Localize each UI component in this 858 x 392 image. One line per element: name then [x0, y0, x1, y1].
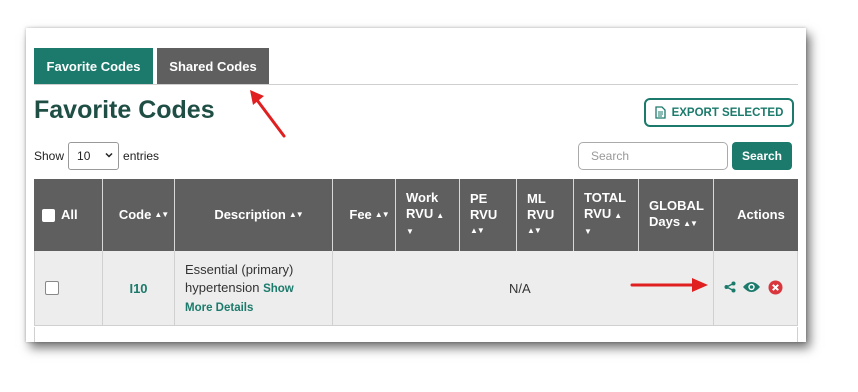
header-select-all[interactable]: All	[34, 179, 103, 251]
header-ml-rvu[interactable]: ML RVU ▲▼	[517, 179, 574, 251]
search-input[interactable]: Search	[578, 142, 728, 170]
sort-up-icon: ▲	[436, 211, 444, 220]
header-fee-label: Fee	[349, 207, 372, 222]
select-all-checkbox[interactable]	[42, 208, 55, 222]
view-eye-icon[interactable]	[742, 280, 761, 294]
table-row-actions-cell	[714, 251, 798, 326]
header-rvu-label: RVU	[584, 206, 612, 221]
sort-arrows-icon: ▲▼	[374, 210, 390, 219]
header-total-rvu[interactable]: TOTAL RVU ▲ ▼	[574, 179, 639, 251]
tab-favorite-codes[interactable]: Favorite Codes	[34, 48, 153, 84]
sort-down-icon: ▼	[406, 227, 414, 236]
table-row-code-cell: I10	[103, 251, 175, 326]
export-document-icon	[654, 106, 666, 119]
sort-arrows-icon: ▲▼	[154, 210, 169, 219]
sort-up-icon: ▲	[614, 211, 622, 220]
tab-divider	[34, 84, 798, 85]
header-description[interactable]: Description ▲▼	[175, 179, 333, 251]
show-label[interactable]: Show	[263, 283, 294, 295]
annotation-arrow	[250, 90, 286, 138]
entries-value: 10	[77, 149, 91, 163]
header-code-label: Code	[118, 207, 152, 222]
select-all-label: All	[61, 207, 78, 222]
header-actions-label: Actions	[737, 207, 785, 222]
sort-arrows-icon: ▲▼	[288, 210, 304, 219]
row-code-link[interactable]: I10	[129, 281, 147, 296]
entries-label: entries	[123, 149, 160, 163]
export-selected-button[interactable]: EXPORT SELECTED	[644, 98, 794, 127]
page-title: Favorite Codes	[34, 96, 215, 124]
header-work-label: Work	[406, 190, 439, 205]
page-length-control: Show 10 entries	[34, 142, 159, 170]
delete-circle-x-icon[interactable]	[768, 280, 783, 295]
header-rvu-label: RVU	[470, 207, 498, 222]
header-global-label: GLOBAL	[649, 198, 704, 213]
more-details-label[interactable]: More Details	[185, 302, 253, 314]
export-selected-label: EXPORT SELECTED	[671, 106, 784, 119]
table-empty-row	[34, 327, 798, 342]
row-rvu-na: N/A	[509, 281, 531, 296]
row-description: Essential (primary) hypertension Show Mo…	[175, 251, 332, 317]
header-pe-label: PE	[470, 191, 488, 206]
header-days-label: Days	[649, 214, 681, 229]
header-actions: Actions	[714, 179, 798, 251]
header-description-label: Description	[214, 207, 286, 222]
header-rvu-label: RVU	[406, 206, 434, 221]
tab-shared-codes[interactable]: Shared Codes	[157, 48, 269, 84]
header-work-rvu[interactable]: Work RVU ▲ ▼	[396, 179, 460, 251]
header-code[interactable]: Code ▲▼	[103, 179, 175, 251]
share-icon[interactable]	[724, 281, 736, 293]
sort-arrows-icon: ▲▼	[527, 226, 542, 235]
header-fee[interactable]: Fee ▲▼	[333, 179, 396, 251]
header-rvu-label: RVU	[527, 207, 555, 222]
header-global-days[interactable]: GLOBAL Days ▲▼	[639, 179, 714, 251]
header-total-label: TOTAL	[584, 190, 627, 205]
sort-arrows-icon: ▲▼	[470, 226, 485, 235]
search-button[interactable]: Search	[732, 142, 792, 170]
annotation-arrow	[630, 278, 708, 292]
select-chevron-icon	[105, 152, 113, 158]
show-label: Show	[34, 149, 65, 163]
sort-down-icon: ▼	[584, 227, 592, 236]
row-checkbox[interactable]	[45, 281, 59, 295]
table-row-checkbox-cell	[34, 251, 103, 326]
entries-select[interactable]: 10	[68, 142, 120, 170]
sort-arrows-icon: ▲▼	[683, 219, 698, 228]
table-row-description-cell: Essential (primary) hypertension Show Mo…	[175, 251, 333, 326]
header-ml-label: ML	[527, 191, 546, 206]
favorite-codes-panel: Favorite Codes Shared Codes Favorite Cod…	[26, 28, 806, 342]
header-pe-rvu[interactable]: PE RVU ▲▼	[460, 179, 517, 251]
